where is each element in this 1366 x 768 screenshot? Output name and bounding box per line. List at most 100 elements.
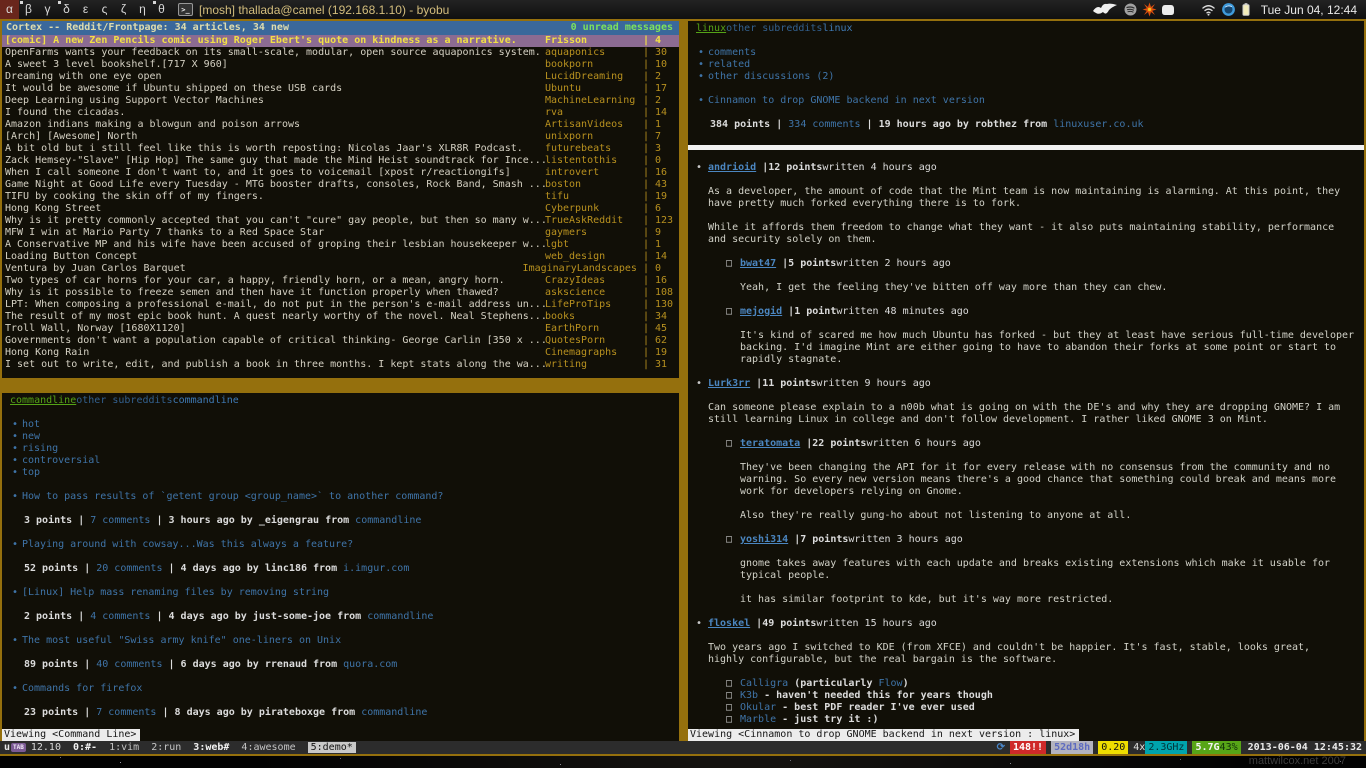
post-row[interactable]: Hong Kong RainCinemagraphs | 19 — [2, 347, 679, 359]
post-row[interactable]: Loading Button Conceptweb_design | 14 — [2, 251, 679, 263]
post-subreddit[interactable]: web_design — [545, 251, 637, 263]
post-subreddit[interactable]: EarthPorn — [545, 323, 637, 335]
comments-link[interactable]: 20 comments — [96, 563, 162, 574]
post-subreddit[interactable]: LucidDreaming — [545, 71, 637, 83]
post-subreddit[interactable]: writing — [545, 359, 637, 371]
post-subreddit[interactable]: tifu — [545, 191, 637, 203]
tag-γ[interactable]: γ — [38, 0, 57, 19]
comment-author[interactable]: teratomata — [740, 438, 800, 449]
tag-θ[interactable]: θ — [152, 0, 171, 19]
post-subreddit[interactable]: aquaponics — [545, 47, 637, 59]
post-row[interactable]: TIFU by cooking the skin off of my finge… — [2, 191, 679, 203]
clock[interactable]: Tue Jun 04, 12:44 — [1261, 3, 1357, 17]
starburst-icon[interactable] — [1142, 2, 1157, 17]
byobu-window-5[interactable]: 5:demo* — [308, 742, 356, 753]
post-source-link[interactable]: commandline — [361, 707, 427, 718]
post-row[interactable]: Why is it possible to freeze semen and t… — [2, 287, 679, 299]
post-subreddit[interactable]: TrueAskReddit — [545, 215, 637, 227]
post-subreddit[interactable]: Ubuntu — [545, 83, 637, 95]
post-subreddit[interactable]: Cyberpunk — [545, 203, 637, 215]
post-subreddit[interactable]: bookporn — [545, 59, 637, 71]
post-row[interactable]: The result of my most epic book hunt. A … — [2, 311, 679, 323]
post-title-link[interactable]: How to pass results of `getent group <gr… — [22, 491, 443, 502]
post-subreddit[interactable]: QuotesPorn — [545, 335, 637, 347]
post-subreddit[interactable]: rva — [545, 107, 637, 119]
tag-ζ[interactable]: ζ — [114, 0, 133, 19]
subreddit-name[interactable]: linux — [696, 23, 726, 34]
subreddit-name[interactable]: commandline — [10, 395, 76, 406]
comments-link[interactable]: 7 comments — [90, 515, 150, 526]
post-subreddit[interactable]: askscience — [545, 287, 637, 299]
post-row[interactable]: When I call someone I don't want to, and… — [2, 167, 679, 179]
spotify-icon[interactable] — [1123, 2, 1138, 17]
comments-link[interactable]: 40 comments — [96, 659, 162, 670]
app-link[interactable]: K3b — [740, 690, 758, 701]
post-row[interactable]: OpenFarms wants your feedback on its sma… — [2, 47, 679, 59]
post-author[interactable]: robthez — [975, 119, 1017, 130]
app-link[interactable]: Okular — [740, 702, 776, 713]
post-row[interactable]: MFW I win at Mario Party 7 thanks to a R… — [2, 227, 679, 239]
post-row[interactable]: Zack Hemsey-"Slave" [Hip Hop] The same g… — [2, 155, 679, 167]
dropbox-icon[interactable] — [1161, 3, 1175, 17]
post-row[interactable]: Governments don't want a population capa… — [2, 335, 679, 347]
post-subreddit[interactable]: lgbt — [545, 239, 637, 251]
post-row[interactable]: Dreaming with one eye openLucidDreaming … — [2, 71, 679, 83]
post-source-link[interactable]: i.imgur.com — [343, 563, 409, 574]
byobu-window-3[interactable]: 3:web# — [193, 742, 229, 753]
app-link[interactable]: Flow — [878, 678, 902, 689]
post-row[interactable]: A bit old but i still feel like this is … — [2, 143, 679, 155]
byobu-window-2[interactable]: 2:run — [151, 742, 181, 753]
other-subreddits-link[interactable]: other subreddits — [76, 395, 172, 406]
post-row[interactable]: [Arch] [Awesome] Northunixporn | 7 — [2, 131, 679, 143]
nav-item-new[interactable]: •new — [10, 431, 679, 443]
tag-δ[interactable]: δ — [57, 0, 76, 19]
post-subreddit[interactable]: unixporn — [545, 131, 637, 143]
post-subreddit[interactable]: boston — [545, 179, 637, 191]
post-row[interactable]: It would be awesome if Ubuntu shipped on… — [2, 83, 679, 95]
comment-author[interactable]: Lurk3rr — [708, 378, 750, 389]
comment-author[interactable]: mejogid — [740, 306, 782, 317]
post-row[interactable]: Amazon indians making a blowgun and pois… — [2, 119, 679, 131]
byobu-window-1[interactable]: 1:vim — [109, 742, 139, 753]
terminal-icon[interactable]: >_ — [178, 3, 193, 16]
post-author[interactable]: just-some-joe — [253, 611, 331, 622]
comment-author[interactable]: andrioid — [708, 162, 756, 173]
post-source-link[interactable]: commandline — [367, 611, 433, 622]
post-author[interactable]: rrenaud — [265, 659, 307, 670]
nav-item-related[interactable]: •related — [696, 59, 1364, 71]
comments-link[interactable]: 4 comments — [90, 611, 150, 622]
post-subreddit[interactable]: gaymers — [545, 227, 637, 239]
other-subreddits-link[interactable]: other subreddits — [726, 23, 822, 34]
post-author[interactable]: pirateboxge — [259, 707, 325, 718]
post-row[interactable]: I found the cicadas.rva | 14 — [2, 107, 679, 119]
post-row[interactable]: Game Night at Good Life every Tuesday - … — [2, 179, 679, 191]
byobu-window-4[interactable]: 4:awesome — [241, 742, 295, 753]
post-author[interactable]: _eigengrau — [259, 515, 319, 526]
tag-η[interactable]: η — [133, 0, 152, 19]
post-source-link[interactable]: linuxuser.co.uk — [1053, 119, 1143, 130]
app-link[interactable]: Marble — [740, 714, 776, 725]
post-source-link[interactable]: commandline — [355, 515, 421, 526]
post-subreddit[interactable]: MachineLearning — [545, 95, 637, 107]
post-source-link[interactable]: quora.com — [343, 659, 397, 670]
nav-item-rising[interactable]: •rising — [10, 443, 679, 455]
post-subreddit[interactable]: books — [545, 311, 637, 323]
byobu-window-0[interactable]: 0:#- — [73, 742, 97, 753]
post-row[interactable]: Deep Learning using Support Vector Machi… — [2, 95, 679, 107]
tag-α[interactable]: α — [0, 0, 19, 19]
nav-item-comments[interactable]: •comments — [696, 47, 1364, 59]
post-row[interactable]: [comic] A new Zen Pencils comic using Ro… — [2, 35, 679, 47]
battery-icon[interactable] — [1241, 2, 1251, 17]
post-subreddit[interactable]: futurebeats — [545, 143, 637, 155]
nav-item-controversial[interactable]: •controversial — [10, 455, 679, 467]
post-row[interactable]: Why is it pretty commonly accepted that … — [2, 215, 679, 227]
post-subreddit[interactable]: ArtisanVideos — [545, 119, 637, 131]
post-row[interactable]: I set out to write, edit, and publish a … — [2, 359, 679, 371]
app-link[interactable]: Calligra — [740, 678, 788, 689]
tag-β[interactable]: β — [19, 0, 38, 19]
post-subreddit[interactable]: ImaginaryLandscapes — [523, 263, 637, 275]
nav-item-top[interactable]: •top — [10, 467, 679, 479]
post-subreddit[interactable]: Frisson — [545, 35, 637, 47]
post-row[interactable]: Troll Wall, Norway [1680X1120]EarthPorn … — [2, 323, 679, 335]
post-subreddit[interactable]: Cinemagraphs — [545, 347, 637, 359]
